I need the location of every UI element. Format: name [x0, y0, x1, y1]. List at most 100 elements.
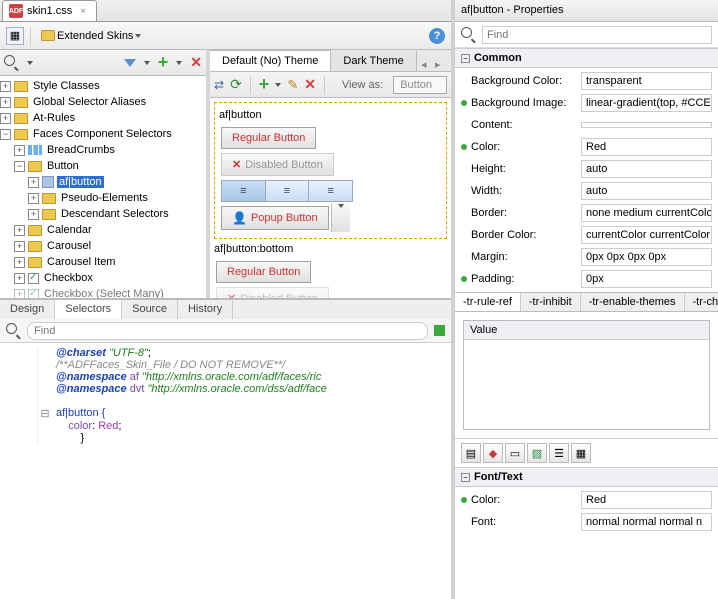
tab-default-theme[interactable]: Default (No) Theme — [210, 50, 331, 71]
pencil-icon[interactable]: ✎ — [287, 77, 298, 93]
file-tab-label: skin1.css — [27, 5, 72, 17]
changed-dot-icon — [461, 144, 467, 150]
ft-font-field[interactable]: normal normal normal n — [581, 513, 712, 531]
bg-color-field[interactable]: transparent — [581, 72, 712, 90]
tab-history[interactable]: History — [178, 300, 233, 319]
preview-body: af|button Regular Button ✕Disabled Butto… — [210, 98, 451, 298]
properties-find-input[interactable] — [482, 26, 712, 44]
doc-icon[interactable]: ▦ — [6, 27, 24, 45]
tree-row[interactable]: +Pseudo-Elements — [0, 190, 206, 206]
changed-dot-icon — [461, 100, 467, 106]
subtab-enable-themes[interactable]: -tr-enable-themes — [581, 293, 685, 311]
content-field[interactable] — [581, 122, 712, 128]
ib-icon-1[interactable]: ▤ — [461, 443, 481, 463]
tree-row[interactable]: +Descendant Selectors — [0, 206, 206, 222]
tree-row[interactable]: +Carousel Item — [0, 254, 206, 270]
status-indicator-icon — [434, 325, 445, 336]
code-editor[interactable]: @charset "UTF-8"; /**ADFFaces_Skin_File … — [0, 343, 451, 599]
search-icon[interactable] — [461, 27, 476, 42]
chevron-down-icon — [135, 34, 141, 38]
search-icon[interactable] — [4, 55, 19, 70]
align-left-icon: ≡ — [222, 181, 266, 201]
tree-row[interactable]: +At-Rules — [0, 110, 206, 126]
ib-icon-4[interactable]: ▧ — [527, 443, 547, 463]
tree-row[interactable]: +Global Selector Aliases — [0, 94, 206, 110]
view-as-label: View as: — [342, 79, 383, 91]
extended-skins-dropdown[interactable]: Extended Skins — [37, 28, 145, 44]
tab-nav-right-icon[interactable]: ▸ — [431, 58, 445, 71]
subtab-children[interactable]: -tr-childr — [685, 293, 718, 311]
theme-tabs: Default (No) Theme Dark Theme ◂ ▸ — [210, 50, 451, 72]
chevron-down-icon[interactable] — [27, 61, 33, 65]
subtab-rule-ref[interactable]: -tr-rule-ref — [455, 293, 521, 311]
color-field[interactable]: Red — [581, 138, 712, 156]
help-icon[interactable]: ? — [429, 28, 445, 44]
tree-row[interactable]: +Checkbox (Select Many) — [0, 286, 206, 298]
delete-icon[interactable]: ✕ — [190, 54, 202, 71]
tab-nav-left-icon[interactable]: ◂ — [417, 58, 431, 71]
border-field[interactable]: none medium currentColor — [581, 204, 712, 222]
properties-title: af|button - Properties — [455, 0, 718, 22]
preview-toolbar: ⇄ ⟳ + ✎ ✕ View as: Button — [210, 72, 451, 98]
code-find-input[interactable] — [27, 322, 428, 340]
skin-dropdown-label: Extended Skins — [57, 30, 133, 42]
tree-row[interactable]: +Checkbox — [0, 270, 206, 286]
tree-row[interactable]: +Style Classes — [0, 78, 206, 94]
filter-icon[interactable] — [124, 59, 136, 67]
view-as-dropdown[interactable]: Button — [393, 76, 447, 94]
checkbox-icon — [28, 273, 39, 284]
ib-icon-6[interactable]: ▦ — [571, 443, 591, 463]
tab-dark-theme[interactable]: Dark Theme — [331, 51, 416, 71]
tag-icon — [42, 176, 54, 188]
regular-button[interactable]: Regular Button — [216, 261, 311, 283]
subtab-inhibit[interactable]: -tr-inhibit — [521, 293, 581, 311]
search-icon[interactable] — [6, 323, 21, 338]
tree-row[interactable]: +BreadCrumbs — [0, 142, 206, 158]
width-field[interactable]: auto — [581, 182, 712, 200]
delete-icon[interactable]: ✕ — [304, 76, 316, 93]
tree-row[interactable]: +Calendar — [0, 222, 206, 238]
file-tab[interactable]: ADF skin1.css × — [2, 0, 97, 21]
tab-design[interactable]: Design — [0, 300, 55, 319]
person-icon: 👤 — [232, 211, 247, 225]
code-toolbar — [0, 319, 451, 343]
bg-image-field[interactable]: linear-gradient(top, #CCE2F6 — [581, 94, 712, 112]
preview-selector-label: af|button:bottom — [214, 243, 447, 255]
refresh-icon[interactable]: ⟳ — [230, 76, 242, 93]
tree-row[interactable]: −Faces Component Selectors — [0, 126, 206, 142]
ib-icon-5[interactable]: ☰ — [549, 443, 569, 463]
regular-button[interactable]: Regular Button — [221, 127, 316, 149]
close-icon[interactable]: × — [80, 6, 86, 17]
folder-icon — [41, 30, 55, 41]
tab-selectors[interactable]: Selectors — [55, 300, 122, 319]
ft-color-field[interactable]: Red — [581, 491, 712, 509]
back-forward-icon[interactable]: ⇄ — [214, 78, 224, 92]
padding-field[interactable]: 0px — [581, 270, 712, 288]
bottom-editor-tabs: Design Selectors Source History — [0, 299, 451, 319]
chevron-down-icon[interactable] — [144, 61, 150, 65]
popup-button[interactable]: 👤Popup Button — [221, 206, 329, 230]
ib-icon-2[interactable]: ◆ — [483, 443, 503, 463]
popup-button-dropdown[interactable] — [331, 204, 350, 232]
tree-toolbar: + ✕ — [0, 50, 206, 76]
file-tab-bar: ADF skin1.css × — [0, 0, 451, 22]
value-list[interactable]: Value — [463, 320, 710, 430]
border-color-field[interactable]: currentColor currentColor cur — [581, 226, 712, 244]
section-fonttext[interactable]: − Font/Text — [455, 467, 718, 487]
margin-field[interactable]: 0px 0px 0px 0px — [581, 248, 712, 266]
section-common[interactable]: − Common — [455, 48, 718, 68]
skin-toolbar: ▦ Extended Skins ? — [0, 22, 451, 50]
height-field[interactable]: auto — [581, 160, 712, 178]
plus-icon[interactable]: + — [158, 52, 169, 73]
segment-buttons[interactable]: ≡ ≡ ≡ — [221, 180, 353, 202]
chevron-down-icon[interactable] — [176, 61, 182, 65]
tree-row-selected[interactable]: +af|button — [0, 174, 206, 190]
tree-row[interactable]: −Button — [0, 158, 206, 174]
ib-icon-3[interactable]: ▭ — [505, 443, 525, 463]
property-icon-bar: ▤ ◆ ▭ ▧ ☰ ▦ — [455, 438, 718, 467]
tree-row[interactable]: +Carousel — [0, 238, 206, 254]
collapse-icon: − — [461, 473, 470, 482]
plus-icon[interactable]: + — [259, 74, 270, 95]
selector-tree: +Style Classes +Global Selector Aliases … — [0, 76, 206, 298]
tab-source[interactable]: Source — [122, 300, 178, 319]
